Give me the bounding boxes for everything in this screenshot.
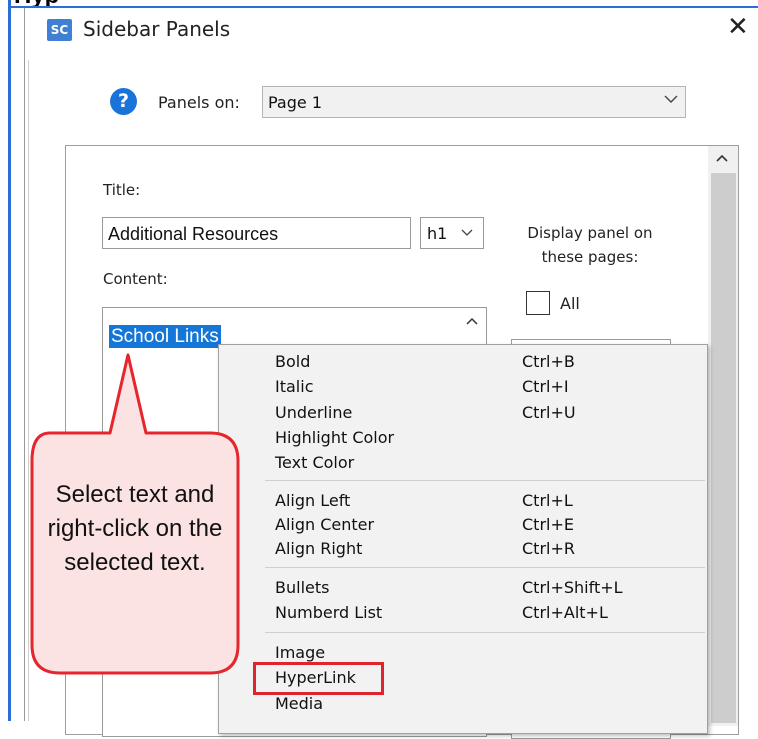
scroll-up-arrow-icon[interactable] — [714, 150, 730, 166]
heading-level-value: h1 — [427, 224, 448, 243]
menu-item-bold[interactable]: Bold — [275, 352, 310, 371]
menu-item-align-right[interactable]: Align Right — [275, 539, 362, 558]
menu-separator — [265, 480, 705, 481]
title-input-value: Additional Resources — [108, 224, 279, 244]
app-icon: SC — [47, 19, 72, 41]
hyperlink-highlight-box — [253, 662, 384, 695]
display-pages-label: Display panel on these pages: — [527, 224, 653, 266]
scroll-up-arrow-icon[interactable] — [465, 314, 479, 328]
help-icon[interactable]: ? — [110, 88, 137, 115]
shortcut-bullets: Ctrl+Shift+L — [522, 578, 623, 597]
menu-item-align-center[interactable]: Align Center — [275, 515, 374, 534]
shortcut-italic: Ctrl+I — [522, 377, 569, 396]
menu-item-italic[interactable]: Italic — [275, 377, 313, 396]
shortcut-align-center: Ctrl+E — [522, 515, 574, 534]
menu-separator — [265, 632, 705, 633]
all-pages-label: All — [560, 294, 580, 313]
content-label: Content: — [103, 270, 168, 288]
callout-text: Select text and right-click on the selec… — [47, 481, 223, 576]
menu-item-align-left[interactable]: Align Left — [275, 491, 350, 510]
shortcut-numbered-list: Ctrl+Alt+L — [522, 603, 608, 622]
dialog-title: Sidebar Panels — [83, 17, 231, 41]
chevron-down-icon — [461, 229, 473, 236]
scrollbar-thumb[interactable] — [711, 173, 736, 723]
panels-on-select[interactable] — [262, 86, 686, 118]
shortcut-underline: Ctrl+U — [522, 403, 576, 422]
menu-item-image[interactable]: Image — [275, 643, 325, 662]
menu-item-bullets[interactable]: Bullets — [275, 578, 329, 597]
panels-on-label: Panels on: — [158, 93, 240, 112]
shortcut-bold: Ctrl+B — [522, 352, 575, 371]
menu-item-numbered-list[interactable]: Numberd List — [275, 603, 382, 622]
chevron-down-icon — [664, 95, 678, 103]
shortcut-align-right: Ctrl+R — [522, 539, 575, 558]
close-icon[interactable]: ✕ — [727, 12, 749, 42]
menu-item-highlight-color[interactable]: Highlight Color — [275, 428, 394, 447]
window-frame-left — [8, 0, 11, 721]
menu-separator — [265, 567, 705, 568]
shortcut-align-left: Ctrl+L — [522, 491, 573, 510]
menu-item-underline[interactable]: Underline — [275, 403, 352, 422]
title-label: Title: — [103, 181, 141, 199]
menu-item-text-color[interactable]: Text Color — [275, 453, 354, 472]
window-frame-top — [8, 6, 758, 8]
menu-item-media[interactable]: Media — [275, 694, 323, 713]
all-pages-checkbox[interactable] — [526, 291, 550, 315]
panels-on-select-value: Page 1 — [268, 93, 322, 112]
